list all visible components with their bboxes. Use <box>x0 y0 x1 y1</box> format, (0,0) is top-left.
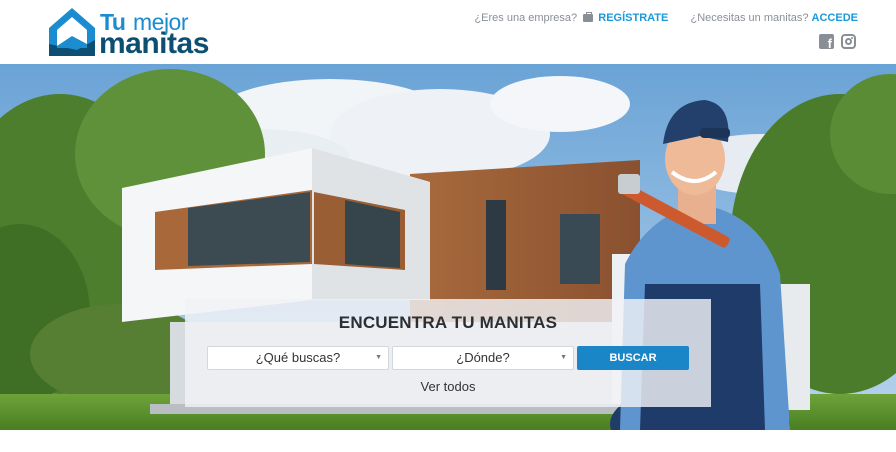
site-logo[interactable]: Tu mejor manitas <box>47 6 222 60</box>
chevron-down-icon: ▼ <box>375 354 382 361</box>
facebook-icon[interactable] <box>819 34 834 51</box>
what-select[interactable]: ¿Qué buscas? ▼ <box>207 346 389 370</box>
top-navigation: ¿Eres una empresa? REGÍSTRATE ¿Necesitas… <box>474 12 858 24</box>
hero-banner: ENCUENTRA TU MANITAS ¿Qué buscas? ▼ ¿Dón… <box>0 64 896 430</box>
briefcase-icon <box>583 12 594 23</box>
instagram-icon[interactable] <box>841 34 856 49</box>
site-header: Tu mejor manitas ¿Eres una empresa? REGÍ… <box>0 0 896 64</box>
register-link[interactable]: REGÍSTRATE <box>598 12 668 24</box>
logo-text-manitas: manitas <box>99 27 209 60</box>
chevron-down-icon: ▼ <box>560 354 567 361</box>
search-panel: ENCUENTRA TU MANITAS ¿Qué buscas? ▼ ¿Dón… <box>185 299 711 407</box>
what-select-value: ¿Qué buscas? <box>255 350 341 365</box>
page-bottom <box>0 430 896 452</box>
where-select[interactable]: ¿Dónde? ▼ <box>392 346 574 370</box>
login-link[interactable]: ACCEDE <box>812 12 858 24</box>
search-button[interactable]: BUSCAR <box>577 346 689 370</box>
company-question: ¿Eres una empresa? <box>474 12 578 25</box>
manitas-question: ¿Necesitas un manitas? <box>690 12 809 25</box>
view-all-link[interactable]: Ver todos <box>185 379 711 394</box>
logo-house-icon <box>49 8 95 56</box>
search-title: ENCUENTRA TU MANITAS <box>338 313 558 332</box>
where-select-value: ¿Dónde? <box>456 350 510 365</box>
